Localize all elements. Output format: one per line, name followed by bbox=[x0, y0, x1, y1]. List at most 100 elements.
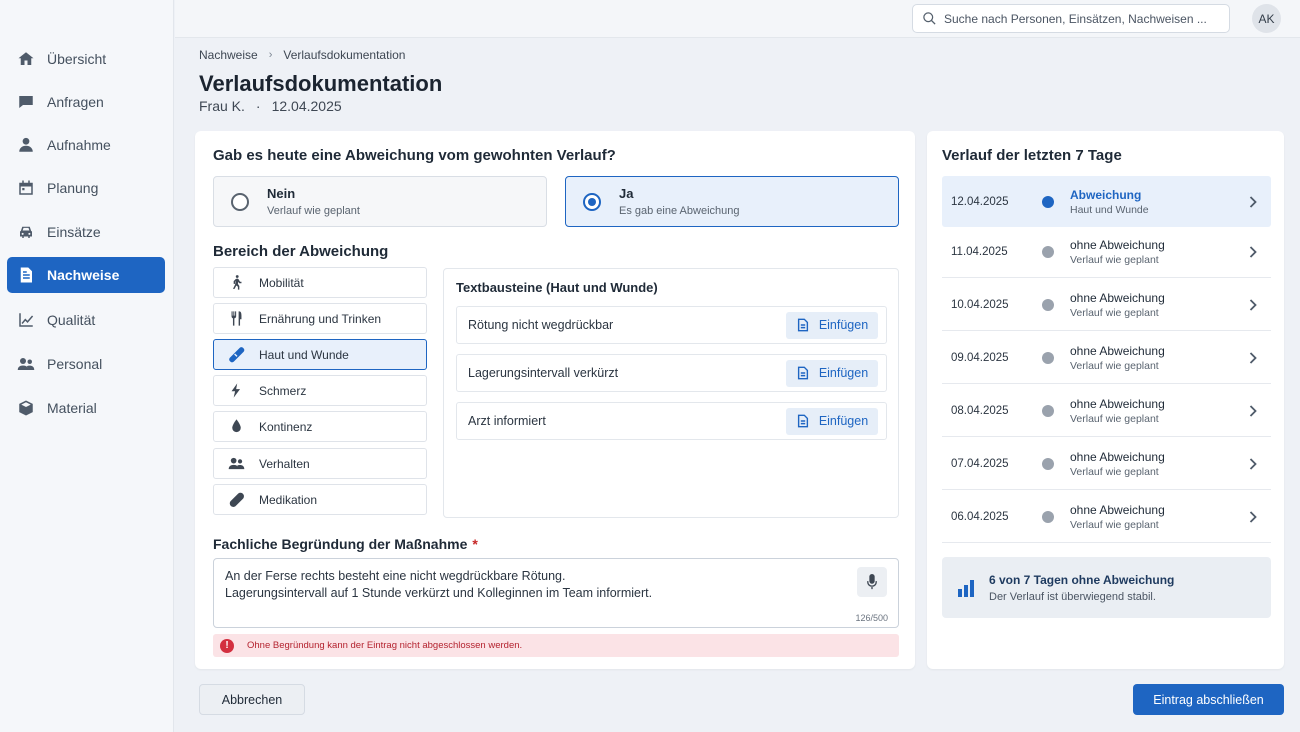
history-status: ohne Abweichung bbox=[1070, 397, 1165, 411]
history-row[interactable]: 08.04.2025 ohne Abweichung Verlauf wie g… bbox=[942, 386, 1271, 437]
status-dot bbox=[1042, 405, 1054, 417]
people-icon bbox=[227, 455, 245, 473]
category-label: Kontinenz bbox=[259, 419, 313, 434]
chevron-right-icon bbox=[1243, 458, 1263, 470]
status-dot bbox=[1042, 195, 1054, 208]
summary-text: Der Verlauf ist überwiegend stabil. bbox=[989, 590, 1156, 603]
snippet-title: Textbausteine (Haut und Wunde) bbox=[456, 280, 658, 295]
option-ja[interactable]: Ja Es gab eine Abweichung bbox=[565, 176, 899, 227]
snippet-item: Rötung nicht wegdrückbar Einfügen bbox=[456, 306, 887, 344]
history-date: 07.04.2025 bbox=[951, 458, 1009, 470]
reason-textarea[interactable]: An der Ferse rechts besteht eine nicht w… bbox=[213, 558, 899, 628]
option-nein[interactable]: Nein Verlauf wie geplant bbox=[213, 176, 547, 227]
avatar[interactable]: AK bbox=[1252, 4, 1281, 33]
car-icon bbox=[17, 223, 35, 241]
history-date: 06.04.2025 bbox=[951, 511, 1009, 523]
chevron-right-icon bbox=[1243, 299, 1263, 311]
sidebar: Übersicht Anfragen Aufnahme Planung Eins… bbox=[0, 0, 174, 732]
document-icon bbox=[797, 414, 808, 428]
insert-button[interactable]: Einfügen bbox=[786, 407, 878, 435]
category-label: Haut und Wunde bbox=[259, 347, 349, 362]
history-status: ohne Abweichung bbox=[1070, 503, 1165, 517]
search-input[interactable] bbox=[944, 11, 1214, 26]
snippet-item: Lagerungsintervall verkürzt Einfügen bbox=[456, 354, 887, 392]
radio-ja[interactable] bbox=[583, 192, 601, 211]
option-label: Ja bbox=[619, 186, 634, 201]
category-ernaehrung[interactable]: Ernährung und Trinken bbox=[213, 303, 427, 334]
insert-label: Einfügen bbox=[818, 414, 869, 428]
category-label: Ernährung und Trinken bbox=[259, 311, 382, 326]
bandage-icon bbox=[227, 346, 245, 364]
drop-icon bbox=[227, 418, 245, 436]
sidebar-item-planung[interactable]: Planung bbox=[7, 170, 165, 206]
character-counter: 126/500 bbox=[855, 613, 888, 623]
sidebar-item-anfragen[interactable]: Anfragen bbox=[7, 84, 165, 120]
sidebar-item-nachweise[interactable]: Nachweise bbox=[7, 257, 165, 293]
category-mobilitaet[interactable]: Mobilität bbox=[213, 267, 427, 298]
snippet-text: Lagerungsintervall verkürzt bbox=[468, 366, 619, 380]
error-icon: ! bbox=[220, 638, 234, 653]
dictation-button[interactable] bbox=[857, 567, 887, 597]
history-status: Abweichung bbox=[1070, 187, 1142, 202]
deviation-question: Gab es heute eine Abweichung vom gewohnt… bbox=[213, 147, 616, 164]
history-date: 12.04.2025 bbox=[951, 195, 1009, 208]
history-status: ohne Abweichung bbox=[1070, 344, 1165, 358]
category-kontinenz[interactable]: Kontinenz bbox=[213, 411, 427, 442]
history-row[interactable]: 07.04.2025 ohne Abweichung Verlauf wie g… bbox=[942, 439, 1271, 490]
chevron-right-icon: › bbox=[268, 49, 273, 61]
document-icon bbox=[797, 366, 808, 380]
search-box[interactable] bbox=[912, 4, 1230, 33]
person-icon bbox=[17, 136, 35, 154]
chat-icon bbox=[17, 93, 35, 111]
walk-icon bbox=[227, 274, 245, 292]
sidebar-item-personal[interactable]: Personal bbox=[7, 346, 165, 382]
insert-button[interactable]: Einfügen bbox=[786, 311, 878, 339]
option-label: Nein bbox=[267, 186, 296, 201]
status-dot bbox=[1042, 299, 1054, 311]
snippet-text: Arzt informiert bbox=[468, 414, 546, 428]
sidebar-item-qualitaet[interactable]: Qualität bbox=[7, 302, 165, 338]
history-status: ohne Abweichung bbox=[1070, 291, 1165, 305]
cancel-button[interactable]: Abbrechen bbox=[199, 684, 305, 715]
history-row[interactable]: 12.04.2025 Abweichung Haut und Wunde bbox=[942, 176, 1271, 227]
history-date: 10.04.2025 bbox=[951, 299, 1009, 311]
sidebar-item-label: Anfragen bbox=[47, 94, 104, 110]
sidebar-item-label: Personal bbox=[47, 356, 103, 372]
category-haut-wunde[interactable]: Haut und Wunde bbox=[213, 339, 427, 370]
document-icon bbox=[797, 318, 808, 332]
history-row[interactable]: 10.04.2025 ohne Abweichung Verlauf wie g… bbox=[942, 280, 1271, 331]
calendar-icon bbox=[17, 179, 35, 197]
history-row[interactable]: 09.04.2025 ohne Abweichung Verlauf wie g… bbox=[942, 333, 1271, 384]
status-dot bbox=[1042, 246, 1054, 258]
people-icon bbox=[17, 355, 35, 373]
insert-button[interactable]: Einfügen bbox=[786, 359, 878, 387]
search-icon bbox=[922, 11, 938, 27]
radio-nein[interactable] bbox=[231, 192, 249, 211]
option-description: Verlauf wie geplant bbox=[267, 205, 360, 217]
area-title: Bereich der Abweichung bbox=[213, 243, 389, 260]
option-description: Es gab eine Abweichung bbox=[619, 205, 740, 217]
history-row[interactable]: 11.04.2025 ohne Abweichung Verlauf wie g… bbox=[942, 227, 1271, 278]
category-verhalten[interactable]: Verhalten bbox=[213, 448, 427, 479]
sidebar-item-einsaetze[interactable]: Einsätze bbox=[7, 214, 165, 250]
snippet-item: Arzt informiert Einfügen bbox=[456, 402, 887, 440]
category-medikation[interactable]: Medikation bbox=[213, 484, 427, 515]
chevron-right-icon bbox=[1243, 405, 1263, 417]
breadcrumb-item-nachweise[interactable]: Nachweise bbox=[199, 48, 258, 62]
sidebar-item-aufnahme[interactable]: Aufnahme bbox=[7, 127, 165, 163]
reason-label-text: Fachliche Begründung der Maßnahme bbox=[213, 536, 468, 552]
history-detail: Verlauf wie geplant bbox=[1070, 519, 1159, 531]
history-status: ohne Abweichung bbox=[1070, 450, 1165, 464]
pill-icon bbox=[227, 491, 245, 509]
history-detail: Verlauf wie geplant bbox=[1070, 360, 1159, 372]
sidebar-item-material[interactable]: Material bbox=[7, 390, 165, 426]
category-schmerz[interactable]: Schmerz bbox=[213, 375, 427, 406]
sidebar-item-uebersicht[interactable]: Übersicht bbox=[7, 41, 165, 77]
category-label: Mobilität bbox=[259, 275, 304, 290]
submit-button[interactable]: Eintrag abschließen bbox=[1133, 684, 1284, 715]
reason-label: Fachliche Begründung der Maßnahme * bbox=[213, 536, 478, 552]
sidebar-item-label: Übersicht bbox=[47, 51, 107, 67]
category-label: Medikation bbox=[259, 492, 318, 507]
reason-text[interactable]: An der Ferse rechts besteht eine nicht w… bbox=[225, 568, 825, 602]
history-row[interactable]: 06.04.2025 ohne Abweichung Verlauf wie g… bbox=[942, 492, 1271, 543]
